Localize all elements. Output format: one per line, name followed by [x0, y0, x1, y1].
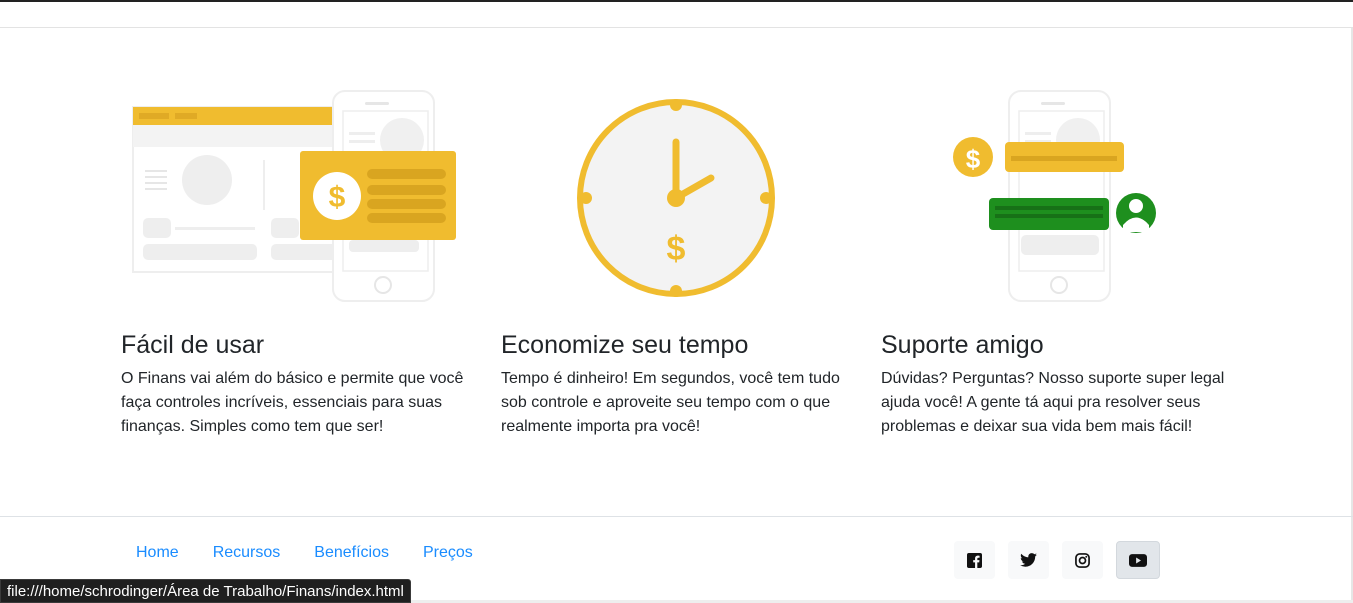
- svg-text:$: $: [966, 144, 981, 174]
- twitter-icon: [1020, 553, 1037, 567]
- footer-link-recursos[interactable]: Recursos: [213, 543, 281, 563]
- footer-divider: [0, 516, 1353, 517]
- clock-money-icon: $: [501, 80, 861, 310]
- dashboard-phone-money-icon: $: [121, 80, 481, 310]
- feature-title: Suporte amigo: [881, 331, 1044, 359]
- instagram-button[interactable]: [1062, 541, 1103, 579]
- social-links: [954, 541, 1173, 579]
- svg-text:$: $: [667, 230, 686, 268]
- youtube-icon: [1129, 553, 1147, 567]
- feature-title: Economize seu tempo: [501, 331, 749, 359]
- section-divider: [0, 27, 1353, 28]
- feature-title: Fácil de usar: [121, 331, 265, 359]
- facebook-icon: [967, 552, 982, 568]
- feature-text: Dúvidas? Perguntas? Nosso suporte super …: [881, 370, 1225, 435]
- feature-text: Tempo é dinheiro! Em segundos, você tem …: [501, 370, 840, 435]
- instagram-icon: [1075, 552, 1090, 568]
- footer-link-home[interactable]: Home: [136, 543, 179, 563]
- footer-link-precos[interactable]: Preços: [423, 543, 473, 563]
- phone-chat-support-icon: $: [881, 80, 1241, 310]
- twitter-button[interactable]: [1008, 541, 1049, 579]
- footer-nav: Home Recursos Benefícios Preços: [136, 543, 507, 563]
- top-border: [0, 0, 1353, 2]
- feature-text: O Finans vai além do básico e permite qu…: [121, 370, 464, 435]
- youtube-button[interactable]: [1116, 541, 1160, 579]
- footer-link-beneficios[interactable]: Benefícios: [314, 543, 389, 563]
- svg-text:$: $: [329, 181, 346, 214]
- browser-status-url: file:///home/schrodinger/Área de Trabalh…: [0, 579, 411, 603]
- facebook-button[interactable]: [954, 541, 995, 579]
